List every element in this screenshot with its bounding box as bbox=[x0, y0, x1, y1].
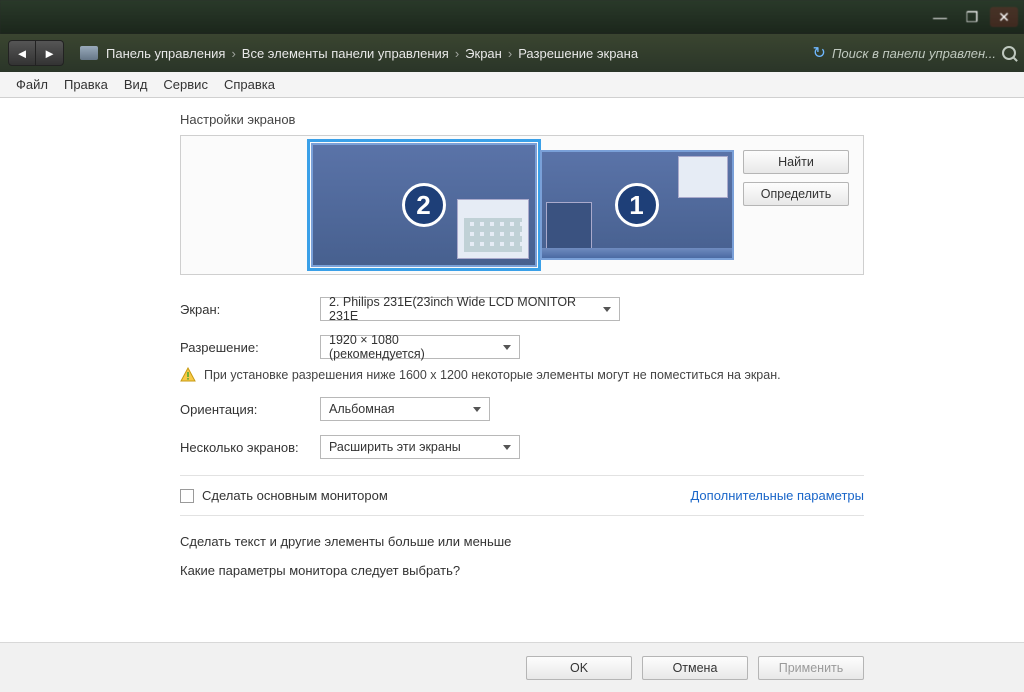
window-thumbnail-icon bbox=[546, 202, 592, 254]
menu-edit[interactable]: Правка bbox=[56, 74, 116, 95]
window-minimize-button[interactable]: — bbox=[926, 7, 954, 27]
which-settings-link[interactable]: Какие параметры монитора следует выбрать… bbox=[180, 563, 864, 578]
text-size-link[interactable]: Сделать текст и другие элементы больше и… bbox=[180, 534, 864, 549]
warning-icon bbox=[180, 367, 196, 383]
page-title: Настройки экранов bbox=[180, 112, 864, 127]
monitor-number: 1 bbox=[615, 183, 659, 227]
resolution-warning: При установке разрешения ниже 1600 x 120… bbox=[204, 368, 781, 382]
search-box[interactable]: Поиск в панели управлен... bbox=[832, 46, 1016, 61]
cancel-button[interactable]: Отмена bbox=[642, 656, 748, 680]
menu-help[interactable]: Справка bbox=[216, 74, 283, 95]
monitor-2[interactable]: 2 bbox=[311, 143, 537, 267]
control-panel-icon bbox=[80, 46, 98, 60]
nav-forward-button[interactable]: ► bbox=[36, 40, 64, 66]
monitor-1[interactable]: 1 bbox=[540, 150, 734, 260]
window-close-button[interactable]: ✕ bbox=[990, 7, 1018, 27]
advanced-settings-link[interactable]: Дополнительные параметры bbox=[690, 488, 864, 503]
refresh-icon[interactable]: ↻ bbox=[813, 43, 826, 63]
find-button[interactable]: Найти bbox=[743, 150, 849, 174]
ok-button[interactable]: OK bbox=[526, 656, 632, 680]
make-primary-label: Сделать основным монитором bbox=[202, 488, 388, 503]
menu-tools[interactable]: Сервис bbox=[155, 74, 216, 95]
breadcrumb-item[interactable]: Панель управления bbox=[106, 46, 225, 61]
taskbar-icon bbox=[542, 248, 732, 258]
resolution-label: Разрешение: bbox=[180, 340, 320, 355]
breadcrumb-item[interactable]: Все элементы панели управления bbox=[242, 46, 449, 61]
orientation-select[interactable]: Альбомная bbox=[320, 397, 490, 421]
window-thumbnail-icon bbox=[678, 156, 728, 198]
apply-button[interactable]: Применить bbox=[758, 656, 864, 680]
menu-bar: Файл Правка Вид Сервис Справка bbox=[0, 72, 1024, 98]
window-thumbnail-icon bbox=[457, 199, 529, 259]
multiple-displays-label: Несколько экранов: bbox=[180, 440, 320, 455]
window-maximize-button[interactable]: ❐ bbox=[958, 7, 986, 27]
display-preview: 2 1 Найти Определить bbox=[180, 135, 864, 275]
search-placeholder: Поиск в панели управлен... bbox=[832, 46, 996, 61]
multiple-displays-select[interactable]: Расширить эти экраны bbox=[320, 435, 520, 459]
breadcrumb-item[interactable]: Экран bbox=[465, 46, 502, 61]
breadcrumb[interactable]: Панель управления› Все элементы панели у… bbox=[106, 46, 813, 61]
window-chrome: — ❐ ✕ bbox=[0, 0, 1024, 34]
monitor-number: 2 bbox=[402, 183, 446, 227]
identify-button[interactable]: Определить bbox=[743, 182, 849, 206]
menu-view[interactable]: Вид bbox=[116, 74, 156, 95]
orientation-label: Ориентация: bbox=[180, 402, 320, 417]
search-icon bbox=[1002, 46, 1016, 60]
screen-label: Экран: bbox=[180, 302, 320, 317]
screen-select[interactable]: 2. Philips 231E(23inch Wide LCD MONITOR … bbox=[320, 297, 620, 321]
menu-file[interactable]: Файл bbox=[8, 74, 56, 95]
resolution-select[interactable]: 1920 × 1080 (рекомендуется) bbox=[320, 335, 520, 359]
nav-back-button[interactable]: ◄ bbox=[8, 40, 36, 66]
make-primary-checkbox[interactable] bbox=[180, 489, 194, 503]
breadcrumb-item[interactable]: Разрешение экрана bbox=[518, 46, 638, 61]
dialog-button-bar: OK Отмена Применить bbox=[0, 642, 1024, 692]
address-bar: ◄ ► Панель управления› Все элементы пане… bbox=[0, 34, 1024, 72]
